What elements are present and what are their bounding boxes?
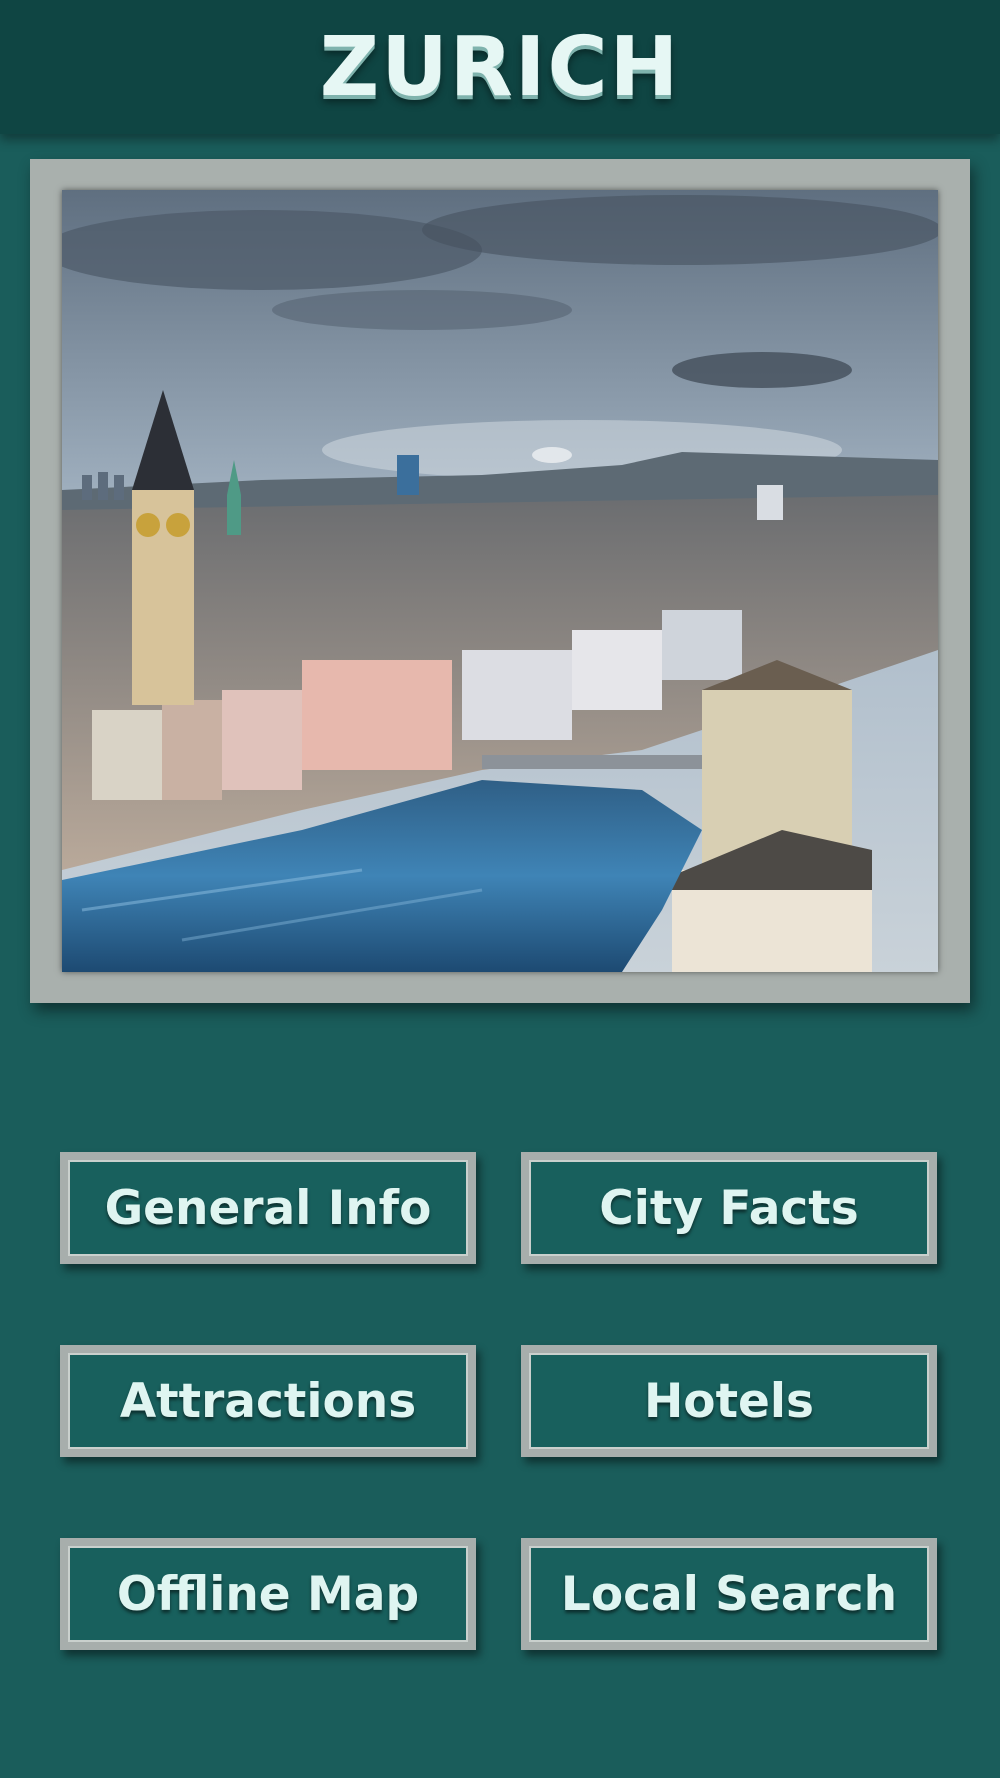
local-search-label: Local Search — [560, 1566, 898, 1622]
hotels-label: Hotels — [643, 1373, 815, 1429]
city-facts-button[interactable]: City Facts — [521, 1152, 937, 1264]
attractions-label: Attractions — [119, 1373, 417, 1429]
offline-map-label: Offline Map — [116, 1566, 420, 1622]
general-info-button[interactable]: General Info — [60, 1152, 476, 1264]
city-facts-label: City Facts — [599, 1180, 859, 1236]
city-photo — [62, 190, 938, 972]
hero-image — [62, 190, 938, 972]
attractions-button[interactable]: Attractions — [60, 1345, 476, 1457]
app-header: ZURICH — [0, 0, 1000, 134]
offline-map-button[interactable]: Offline Map — [60, 1538, 476, 1650]
local-search-button[interactable]: Local Search — [521, 1538, 937, 1650]
page-title: ZURICH — [319, 20, 681, 115]
hero-image-frame — [30, 159, 970, 1003]
general-info-label: General Info — [104, 1180, 432, 1236]
hotels-button[interactable]: Hotels — [521, 1345, 937, 1457]
